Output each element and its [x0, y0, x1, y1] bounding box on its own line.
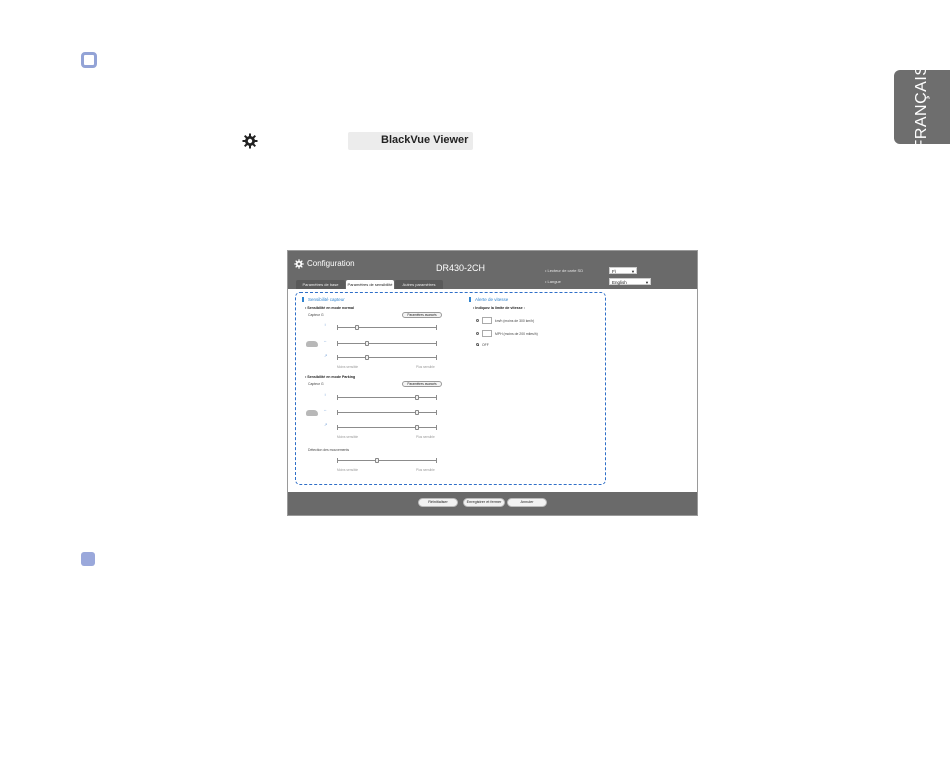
- language-side-tab: FRANÇAIS: [894, 65, 950, 149]
- model-name: DR430-2CH: [436, 263, 486, 273]
- section-marker-outline-icon: [81, 52, 97, 68]
- side-tab-label: FRANÇAIS: [913, 64, 930, 150]
- language-select[interactable]: English ▼: [609, 278, 651, 285]
- more-sensitive-label: Plus sensible: [416, 435, 435, 439]
- tab-other-settings[interactable]: Autres paramètres: [395, 280, 443, 289]
- window-title: Configuration: [307, 259, 355, 268]
- motion-detection-title: Détection des mouvements: [308, 448, 350, 452]
- speed-section-title: Alerte de vitesse: [469, 297, 508, 302]
- axis-diagonal-icon: ↗: [324, 353, 328, 358]
- more-sensitive-label: Plus sensible: [416, 365, 435, 369]
- motion-slider[interactable]: [337, 457, 437, 463]
- cancel-button[interactable]: Annuler: [507, 498, 547, 507]
- tab-sensitivity-settings[interactable]: Paramètres de sensibilité: [346, 280, 394, 289]
- kmh-radio[interactable]: [476, 319, 479, 322]
- axis-vertical-icon: ↕: [324, 322, 326, 327]
- mph-label: MPH (moins de 200 miles/h): [495, 332, 538, 336]
- parking-g-sensor-label: Capteur G: [308, 382, 324, 386]
- mph-input[interactable]: [482, 330, 492, 337]
- parking-advanced-button[interactable]: Paramètres avancés: [402, 381, 442, 387]
- slider-knob[interactable]: [415, 424, 419, 430]
- kmh-input[interactable]: [482, 317, 492, 324]
- parking-slider-2[interactable]: [337, 409, 437, 415]
- config-gear-icon: [294, 259, 304, 269]
- sd-card-label: • Lecteur de carte SD: [545, 268, 584, 273]
- normal-slider-2[interactable]: [337, 340, 437, 346]
- normal-mode-title: • Sensibilité en mode normal: [305, 306, 354, 310]
- normal-g-sensor-label: Capteur G: [308, 313, 324, 317]
- normal-slider-3[interactable]: [337, 354, 437, 360]
- car-icon: [306, 341, 318, 347]
- section-marker-filled-icon: [81, 552, 95, 566]
- more-sensitive-label: Plus sensible: [416, 468, 435, 472]
- mph-radio[interactable]: [476, 332, 479, 335]
- slider-knob[interactable]: [375, 457, 379, 463]
- parking-slider-1[interactable]: [337, 394, 437, 400]
- sensor-section-title: Sensibilité capteur: [302, 297, 345, 302]
- axis-vertical-icon: ↕: [324, 392, 326, 397]
- normal-slider-1[interactable]: [337, 324, 437, 330]
- configuration-window: Configuration DR430-2CH • Lecteur de car…: [287, 250, 698, 516]
- normal-advanced-button[interactable]: Paramètres avancés: [402, 312, 442, 318]
- reset-button[interactable]: Réinitialiser: [418, 498, 458, 507]
- off-radio[interactable]: [476, 343, 479, 346]
- less-sensitive-label: Moins sensible: [337, 468, 359, 472]
- window-footer: Réinitialiser Enregistrer et fermer Annu…: [288, 492, 697, 515]
- blackvue-viewer-badge: BlackVue Viewer: [348, 132, 473, 150]
- axis-horizontal-icon: ↔: [323, 407, 327, 412]
- slider-knob[interactable]: [355, 324, 359, 330]
- window-header: Configuration DR430-2CH • Lecteur de car…: [288, 251, 697, 289]
- axis-horizontal-icon: ↔: [323, 338, 327, 343]
- gear-icon: [242, 133, 258, 149]
- language-label: • Langue: [545, 279, 561, 284]
- tab-basic-settings[interactable]: Paramètres de base: [296, 280, 345, 289]
- settings-panel: Sensibilité capteur • Sensibilité en mod…: [295, 292, 606, 485]
- less-sensitive-label: Moins sensible: [337, 435, 359, 439]
- less-sensitive-label: Moins sensible: [337, 365, 359, 369]
- slider-knob[interactable]: [415, 409, 419, 415]
- chevron-down-icon: ▼: [631, 269, 635, 274]
- kmh-label: km/h (moins de 300 km/h): [495, 319, 535, 323]
- blackvue-viewer-label: BlackVue Viewer: [381, 134, 469, 146]
- slider-knob[interactable]: [365, 354, 369, 360]
- car-icon: [306, 410, 318, 416]
- window-body: Sensibilité capteur • Sensibilité en mod…: [288, 289, 697, 492]
- slider-knob[interactable]: [415, 394, 419, 400]
- axis-diagonal-icon: ↗: [324, 422, 328, 427]
- chevron-down-icon: ▼: [645, 280, 649, 285]
- save-and-close-button[interactable]: Enregistrer et fermer: [463, 498, 505, 507]
- parking-slider-3[interactable]: [337, 424, 437, 430]
- parking-mode-title: • Sensibilité en mode Parking: [305, 375, 356, 379]
- sd-card-select[interactable]: F\ ▼: [609, 267, 637, 274]
- speed-limit-label: • Indiquez la limite de vitesse :: [473, 306, 525, 310]
- slider-knob[interactable]: [365, 340, 369, 346]
- off-label: OFF: [482, 343, 489, 347]
